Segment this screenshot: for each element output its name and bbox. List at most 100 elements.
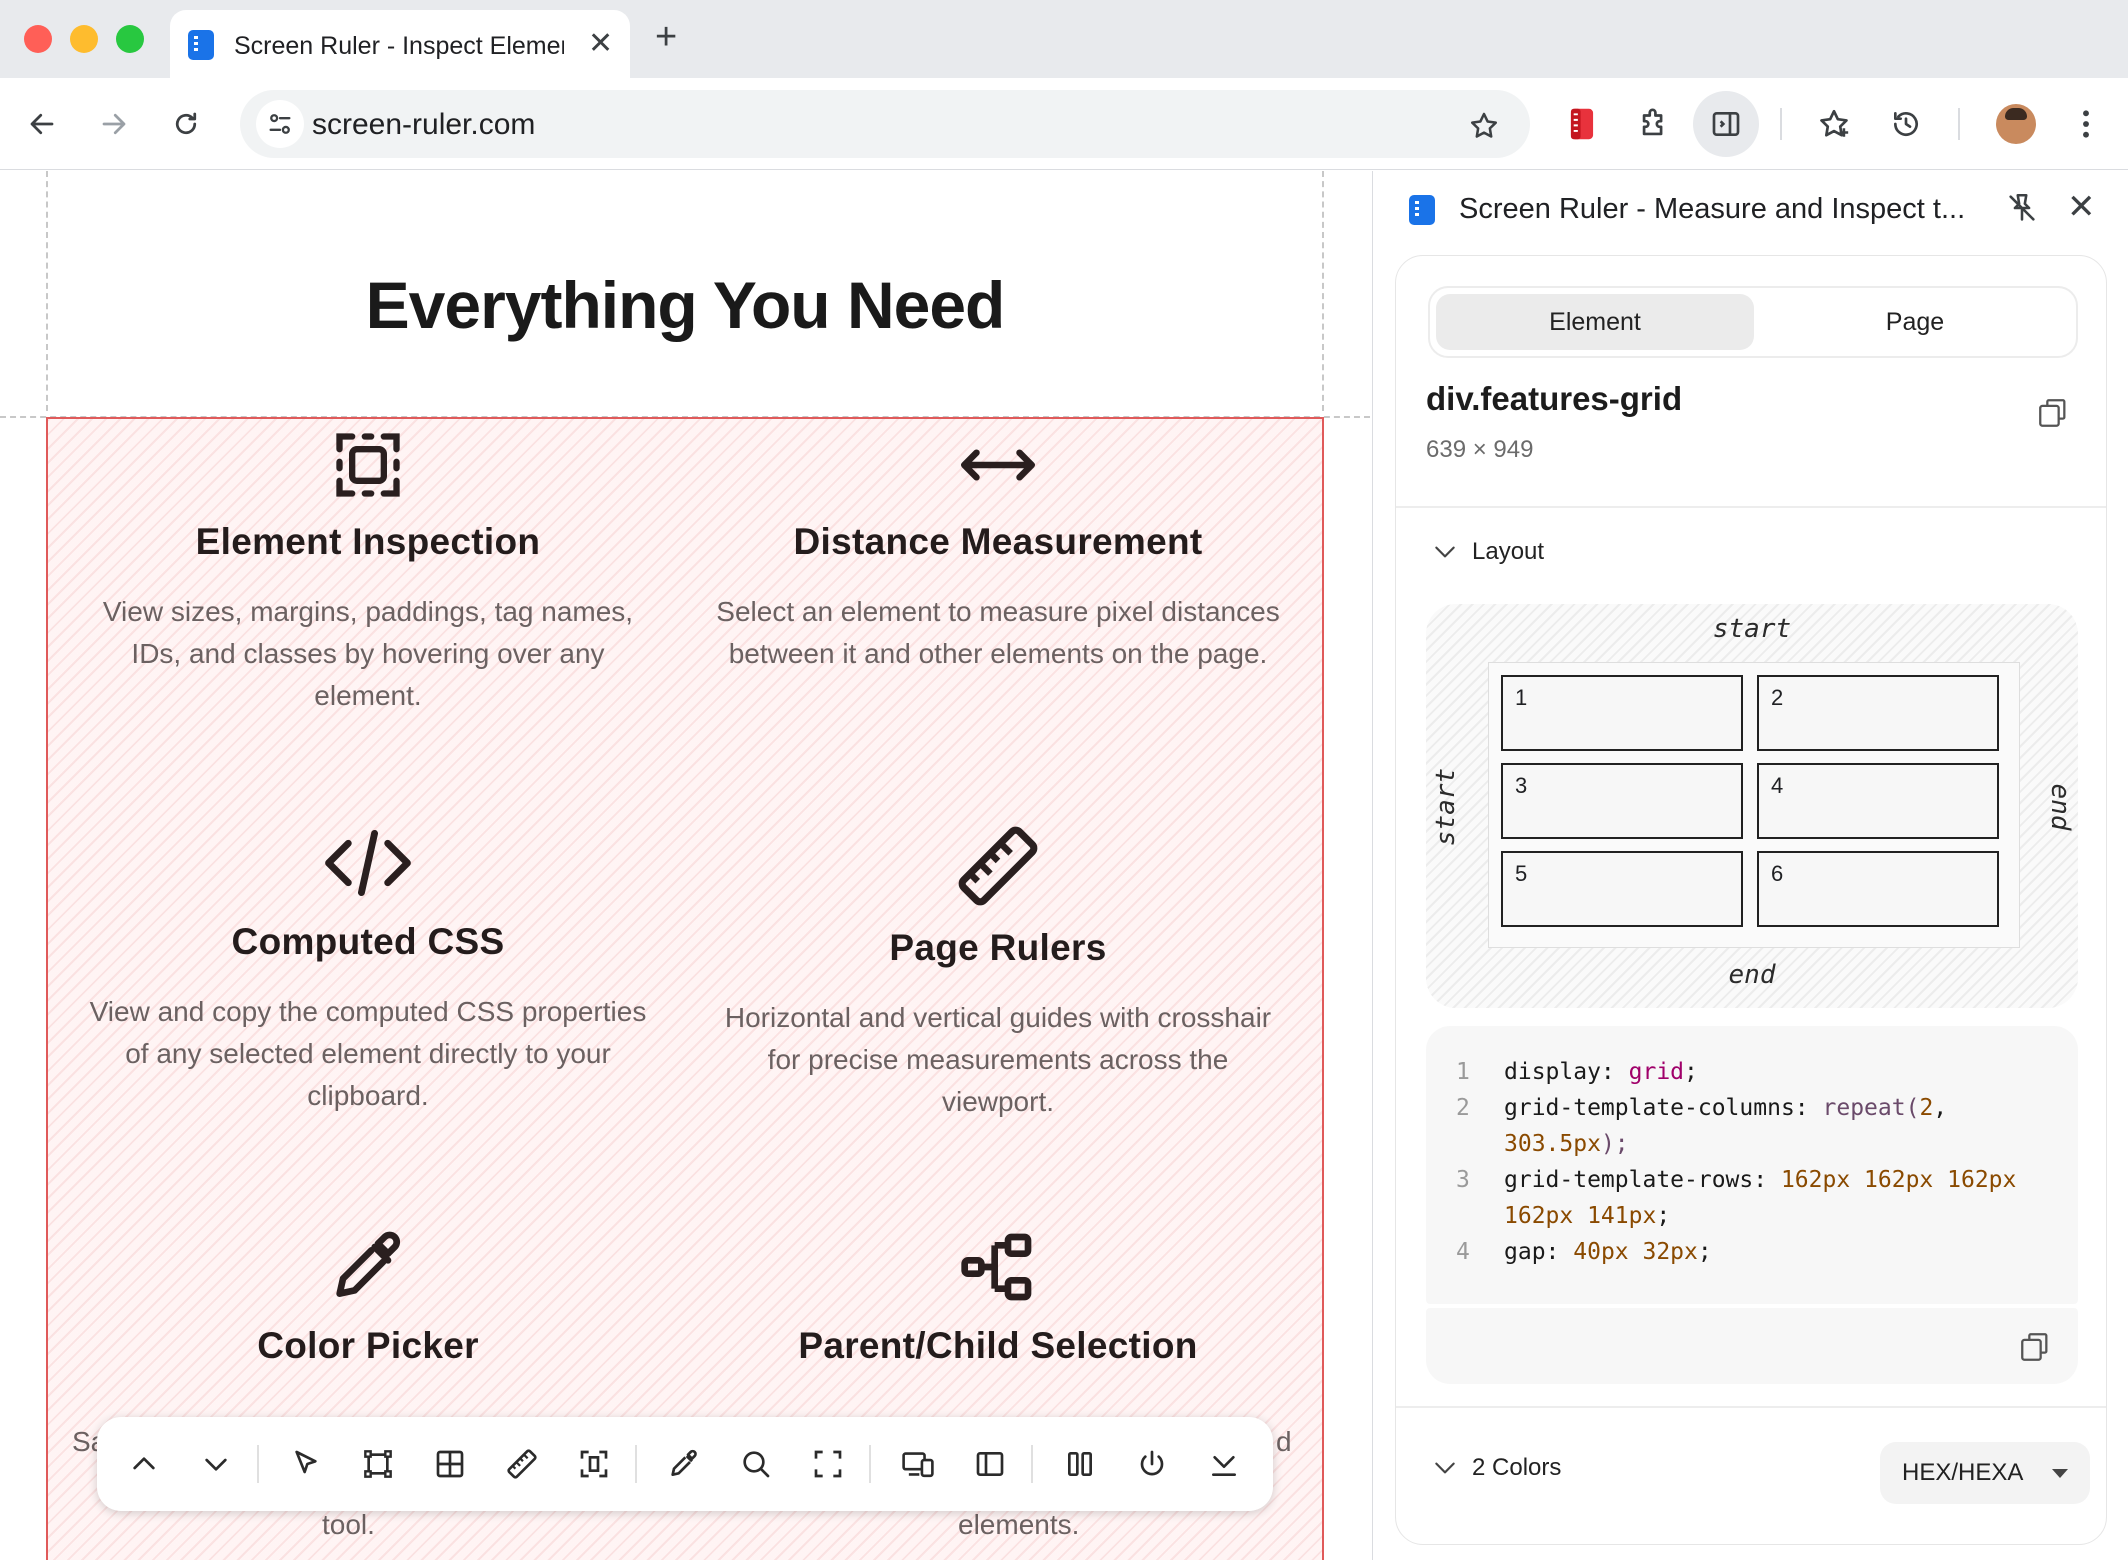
css-code-block[interactable]: 1 display: grid; 2 grid-template-columns: … [1426,1026,2078,1304]
inspector-card: Element Page div.features-grid 639 × 949… [1395,255,2107,1545]
measure-tool-button[interactable] [569,1439,619,1489]
feature-card: Computed CSS View and copy the computed … [58,823,678,1117]
css-value: 2 [1919,1095,1934,1121]
line-number: 1 [1456,1059,1470,1085]
colors-label: 2 Colors [1472,1454,1562,1481]
columns-tool-button[interactable] [1055,1439,1105,1489]
color-format-select[interactable]: HEX/HEXA [1880,1442,2090,1504]
code-line: 1 display: grid; [1426,1054,2078,1090]
feature-card: Parent/Child Selection [688,1227,1308,1367]
eyedropper-tool-button[interactable] [659,1439,709,1489]
toolbar-separator [635,1445,637,1483]
forward-icon[interactable] [90,100,138,148]
grid-cell: 5 [1501,851,1743,927]
feature-title: Distance Measurement [793,521,1203,562]
css-property: grid-template-rows: [1504,1167,1781,1193]
toolbar-separator [1958,108,1960,140]
code-line: 4 gap: 40px 32px; [1426,1234,2078,1270]
cutoff-text: d [1276,1426,1292,1457]
feature-title: Color Picker [257,1325,479,1366]
feature-title: Computed CSS [231,921,505,962]
minimize-toolbar-button[interactable] [1199,1439,1249,1489]
feature-card: Element Inspection View sizes, margins, … [58,427,678,717]
feature-desc: View sizes, margins, paddings, tag names… [102,596,634,711]
url-text[interactable]: screen-ruler.com [312,108,535,142]
feature-desc: Horizontal and vertical guides with cros… [724,1002,1272,1117]
pointer-tool-button[interactable] [281,1439,331,1489]
side-panel-icon[interactable] [1693,91,1759,157]
feature-card: Distance Measurement Select an element t… [688,427,1308,675]
close-window-button[interactable] [24,25,52,53]
reading-list-icon[interactable] [1810,100,1858,148]
sidebar-tool-button[interactable] [965,1439,1015,1489]
address-bar[interactable]: screen-ruler.com [240,90,1530,158]
minimize-window-button[interactable] [70,25,98,53]
reload-icon[interactable] [162,100,210,148]
copy-icon[interactable] [2036,396,2070,435]
select-child-button[interactable] [191,1439,241,1489]
ruler-favicon-icon [1409,195,1435,225]
select-box-icon [336,433,400,497]
puzzle-icon[interactable] [1630,100,1678,148]
power-button[interactable] [1127,1439,1177,1489]
css-punct: ; [1684,1059,1698,1085]
colors-section-toggle[interactable]: 2 Colors [1432,1454,1561,1482]
diagram-label-top: start [1712,614,1792,644]
side-panel: Screen Ruler - Measure and Inspect t... … [1372,171,2128,1560]
cutoff-text: elements. [958,1509,1080,1540]
new-tab-icon[interactable]: + [655,16,677,59]
feature-card: Color Picker [58,1227,678,1367]
diagram-label-bottom: end [1728,960,1776,990]
ruler-favicon-icon [188,30,214,60]
box-model-button[interactable] [353,1439,403,1489]
maximize-window-button[interactable] [116,25,144,53]
more-icon[interactable] [2062,100,2110,148]
layout-section-toggle[interactable]: Layout [1432,538,1544,566]
tab-page[interactable]: Page [1756,294,2074,350]
panel-title: Screen Ruler - Measure and Inspect t... [1459,193,1966,225]
back-icon[interactable] [18,100,66,148]
grid-diagram: start end start end 1 2 3 4 5 6 [1426,604,2078,1008]
feature-title: Parent/Child Selection [798,1325,1198,1366]
grid-cell: 2 [1757,675,1999,751]
ruler-extension-icon[interactable] [1558,100,1606,148]
code-line: 3 grid-template-rows: 162px 162px 162px 16… [1426,1162,2078,1234]
responsive-tool-button[interactable] [893,1439,943,1489]
tab-close-icon[interactable]: ✕ [588,26,613,61]
tab-element[interactable]: Element [1436,294,1754,350]
avatar[interactable] [1996,104,2036,144]
tune-icon[interactable] [256,100,304,148]
web-page: Everything You Need Element Inspection V… [0,171,1370,1560]
toolbar-separator [1031,1445,1033,1483]
close-panel-icon[interactable]: ✕ [2067,187,2096,227]
css-punct: ); [1600,1131,1629,1157]
code-line: 2 grid-template-columns: repeat(2, 303.5px… [1426,1090,2078,1162]
ruler-tool-button[interactable] [497,1439,547,1489]
fullscreen-tool-button[interactable] [803,1439,853,1489]
zoom-tool-button[interactable] [731,1439,781,1489]
grid-tool-button[interactable] [425,1439,475,1489]
grid-container: 1 2 3 4 5 6 [1488,662,2020,948]
css-value: 40px 32px [1573,1239,1698,1265]
css-property: display: [1504,1059,1629,1085]
tab-strip: Screen Ruler - Inspect Elements ✕ + [0,0,2128,78]
css-function: repeat( [1822,1095,1920,1121]
browser-tab[interactable]: Screen Ruler - Inspect Elements ✕ [170,10,630,78]
features-grid-highlight[interactable]: Element Inspection View sizes, margins, … [46,417,1324,1560]
selector-name: div.features-grid [1426,380,1683,417]
copy-css-icon[interactable] [2018,1330,2052,1369]
toolbar-separator [869,1445,871,1483]
unpin-icon[interactable] [2005,191,2039,230]
feature-card: Page Rulers Horizontal and vertical guid… [688,823,1308,1123]
grid-cell: 1 [1501,675,1743,751]
feature-desc: Select an element to measure pixel dista… [716,596,1280,669]
select-parent-button[interactable] [119,1439,169,1489]
line-number: 3 [1456,1167,1470,1193]
grid-cell: 6 [1757,851,1999,927]
cutoff-text: tool. [322,1509,375,1540]
ruler-floating-toolbar [97,1417,1273,1511]
history-icon[interactable] [1882,100,1930,148]
toolbar-separator [257,1445,259,1483]
tab-title: Screen Ruler - Inspect Elements [234,32,564,60]
star-icon[interactable] [1460,102,1508,150]
